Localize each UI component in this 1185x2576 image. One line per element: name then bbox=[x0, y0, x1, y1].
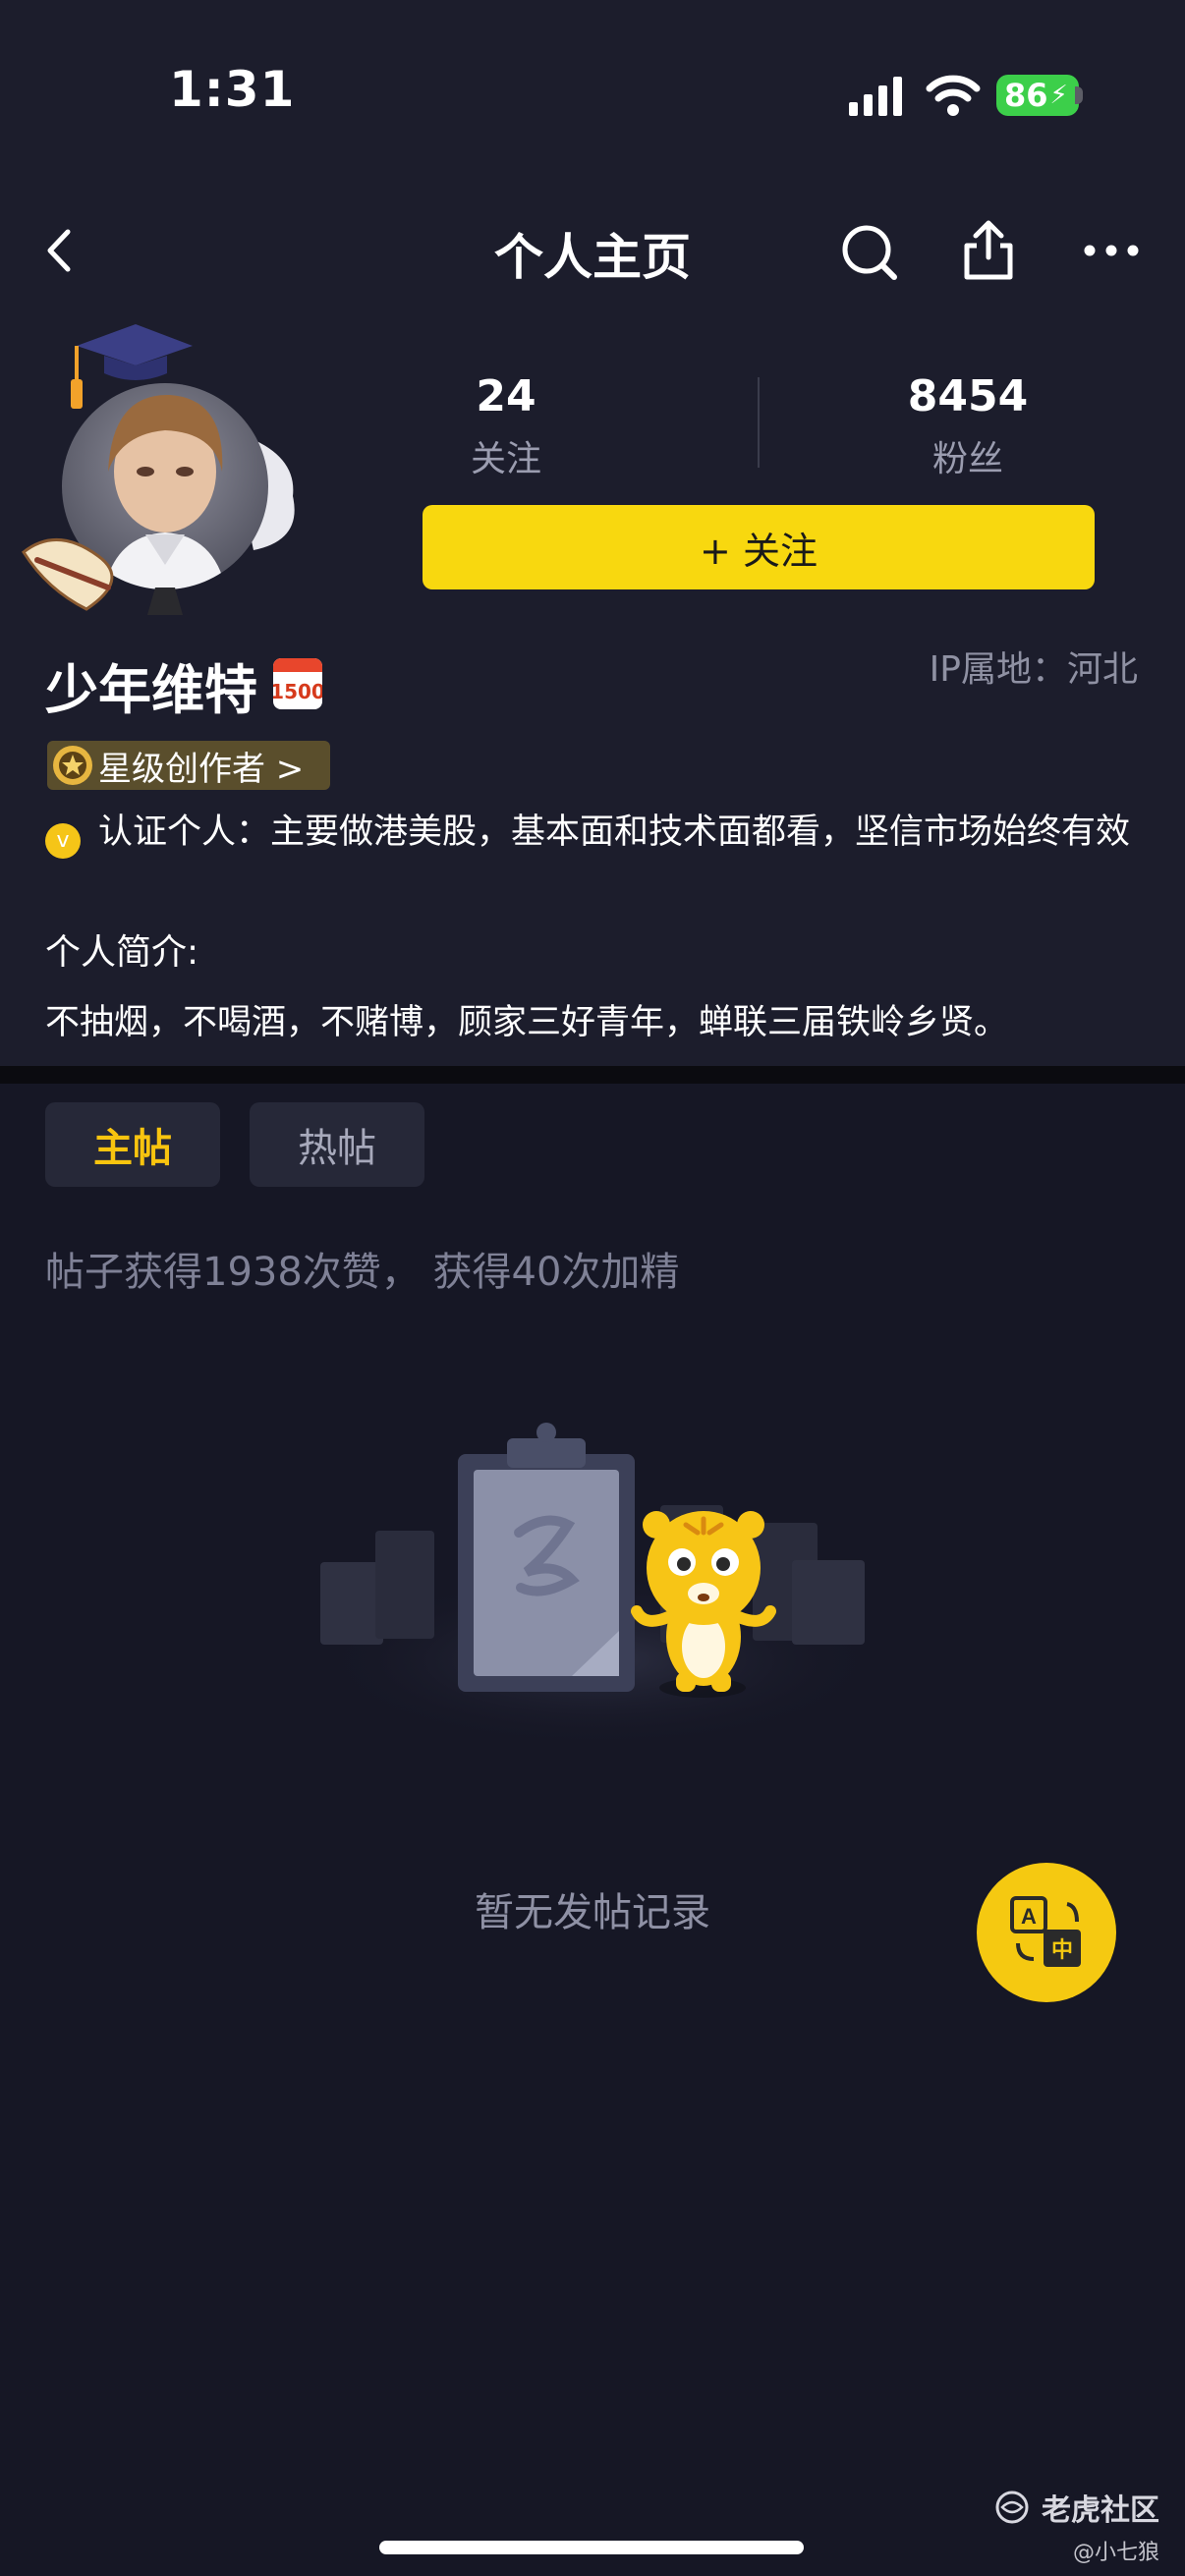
watermark-author: @小七狼 bbox=[1072, 2541, 1159, 2565]
wifi-icon bbox=[926, 75, 981, 116]
watermark-brand: 老虎社区 bbox=[1042, 2493, 1159, 2528]
follow-button[interactable]: + 关注 bbox=[423, 505, 1095, 589]
home-indicator[interactable] bbox=[379, 2541, 804, 2554]
share-button[interactable] bbox=[953, 214, 1024, 287]
search-icon bbox=[842, 225, 897, 280]
more-button[interactable] bbox=[1077, 226, 1146, 275]
verification-text: v 认证个人：主要做港美股，基本面和技术面都看，坚信市场始终有效 bbox=[45, 812, 1146, 859]
verification-description: 认证个人：主要做港美股，基本面和技术面都看，坚信市场始终有效 bbox=[98, 812, 1131, 852]
avatar[interactable] bbox=[18, 324, 312, 648]
section-divider bbox=[0, 1066, 1185, 1084]
empty-state-illustration bbox=[314, 1423, 884, 1749]
following-label[interactable]: 关注 bbox=[432, 430, 580, 481]
translate-icon: A 中 bbox=[1010, 1896, 1081, 1967]
star-medal-icon bbox=[53, 746, 92, 785]
username: 少年维特 bbox=[45, 659, 257, 721]
translate-button[interactable]: A 中 bbox=[977, 1863, 1116, 2002]
verified-icon: v bbox=[45, 823, 81, 859]
tab-hot-posts[interactable]: 热帖 bbox=[250, 1102, 424, 1187]
calendar-badge-number: 1500 bbox=[273, 680, 322, 703]
tab-main-posts[interactable]: 主帖 bbox=[45, 1102, 220, 1187]
ip-location: IP属地：河北 bbox=[929, 649, 1138, 690]
calendar-icon bbox=[273, 658, 322, 672]
following-count[interactable]: 24 bbox=[432, 371, 580, 421]
translate-glyph-a: A bbox=[1021, 1904, 1037, 1929]
cellular-signal-icon bbox=[849, 77, 902, 116]
battery-level: 86 bbox=[1004, 77, 1048, 114]
search-button[interactable] bbox=[835, 218, 904, 287]
star-creator-badge[interactable]: 星级创作者 > bbox=[47, 741, 330, 790]
translate-glyph-zh: 中 bbox=[1051, 1938, 1073, 1963]
share-icon bbox=[964, 220, 1013, 280]
calendar-badge[interactable]: 1500 bbox=[273, 658, 322, 709]
battery-tip bbox=[1075, 86, 1083, 104]
followers-count[interactable]: 8454 bbox=[884, 371, 1051, 421]
status-time: 1:31 bbox=[169, 61, 296, 118]
stats-divider bbox=[758, 377, 760, 468]
star-badge-label: 星级创作者 > bbox=[98, 749, 305, 789]
tiger-logo-icon bbox=[995, 2491, 1029, 2524]
bio-label: 个人简介: bbox=[45, 932, 199, 973]
watermark: 老虎社区 bbox=[992, 2486, 1159, 2529]
bio-text: 不抽烟，不喝酒，不赌博，顾家三好青年，蝉联三届铁岭乡贤。 bbox=[45, 1003, 1009, 1042]
followers-label[interactable]: 粉丝 bbox=[884, 430, 1051, 481]
battery-indicator: 86 ⚡ bbox=[996, 75, 1079, 116]
posts-summary: 帖子获得1938次赞， 获得40次加精 bbox=[45, 1250, 680, 1295]
more-dots-icon bbox=[1084, 245, 1139, 256]
